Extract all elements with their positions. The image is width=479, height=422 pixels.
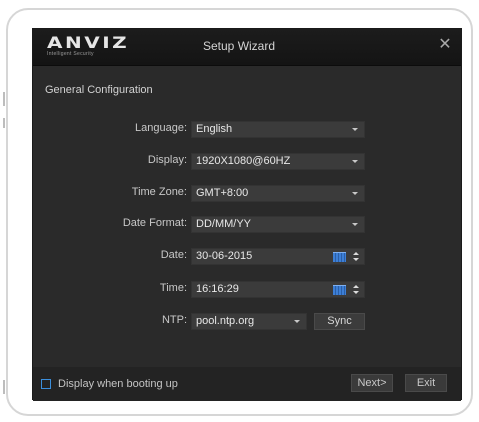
time-zone-value: GMT+8:00	[196, 187, 249, 199]
date-format-select[interactable]: DD/MM/YY	[191, 216, 365, 233]
logo-wordmark: ANVIZ	[47, 33, 130, 52]
display-select[interactable]: 1920X1080@60HZ	[191, 153, 365, 170]
spinner-icon[interactable]	[353, 284, 359, 296]
clock-icon[interactable]	[333, 285, 346, 295]
chevron-down-icon	[352, 128, 358, 131]
next-button[interactable]: Next>	[351, 374, 393, 392]
section-title: General Configuration	[45, 84, 153, 96]
time-field[interactable]: 16:16:29	[191, 281, 365, 298]
time-zone-label: Time Zone:	[131, 186, 187, 198]
chevron-down-icon	[352, 223, 358, 226]
language-value: English	[196, 123, 233, 135]
time-label: Time:	[159, 282, 187, 294]
close-icon[interactable]: ✕	[437, 37, 453, 53]
date-format-label: Date Format:	[122, 217, 187, 229]
language-select[interactable]: English	[191, 121, 365, 138]
setup-wizard-window: ANVIZ Intelligent Security Setup Wizard …	[32, 28, 462, 401]
time-zone-select[interactable]: GMT+8:00	[191, 185, 365, 202]
calendar-icon[interactable]	[333, 252, 346, 262]
time-value: 16:16:29	[196, 283, 239, 295]
display-value: 1920X1080@60HZ	[196, 155, 291, 167]
anviz-logo: ANVIZ Intelligent Security	[47, 35, 127, 59]
boot-display-label: Display when booting up	[58, 378, 178, 390]
chevron-down-icon	[294, 320, 300, 323]
date-format-value: DD/MM/YY	[196, 218, 251, 230]
ntp-select[interactable]: pool.ntp.org	[191, 313, 307, 330]
sync-button[interactable]: Sync	[314, 313, 365, 330]
exit-button[interactable]: Exit	[405, 374, 447, 392]
date-value: 30-06-2015	[196, 250, 253, 262]
window-title: Setup Wizard	[203, 39, 276, 53]
ntp-value: pool.ntp.org	[196, 315, 255, 327]
logo-tagline: Intelligent Security	[47, 51, 94, 57]
date-label: Date:	[160, 249, 187, 261]
edge-marker	[3, 92, 5, 106]
edge-marker	[3, 380, 5, 394]
chevron-down-icon	[352, 160, 358, 163]
title-bar: ANVIZ Intelligent Security Setup Wizard …	[33, 29, 461, 66]
ntp-label: NTP:	[161, 314, 187, 326]
display-label: Display:	[147, 154, 187, 166]
date-field[interactable]: 30-06-2015	[191, 248, 365, 265]
boot-display-checkbox[interactable]	[41, 379, 51, 389]
edge-marker	[3, 118, 5, 128]
spinner-icon[interactable]	[353, 251, 359, 263]
language-label: Language:	[135, 122, 187, 134]
chevron-down-icon	[352, 192, 358, 195]
